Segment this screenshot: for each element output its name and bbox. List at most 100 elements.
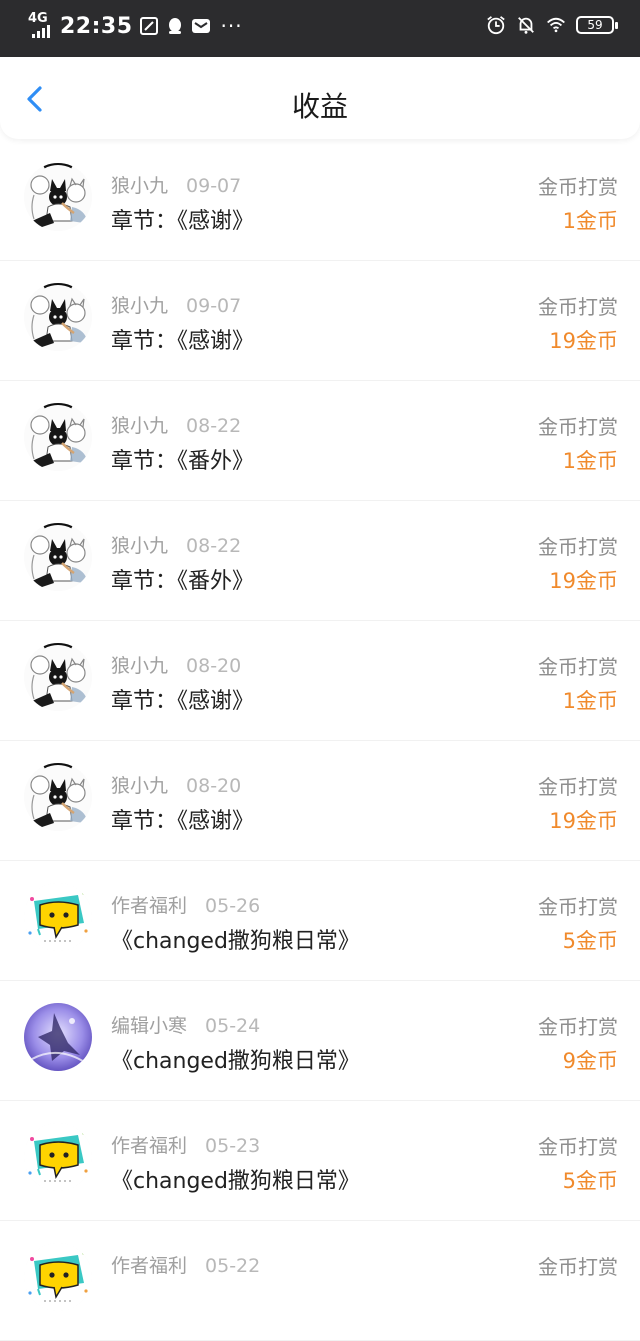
signal-icon: 4G	[28, 11, 54, 39]
manga-avatar-icon	[24, 763, 92, 831]
reward-type: 金币打赏	[538, 175, 618, 199]
reward-amount: 5金币	[562, 1169, 618, 1193]
chapter-title: 章节：《番外》	[111, 449, 255, 474]
entry-meta: 狼小九 09-07	[111, 291, 241, 318]
reward-amount: 5金币	[562, 929, 618, 953]
reward-type: 金币打赏	[538, 535, 618, 559]
entry-date: 05-26	[205, 895, 261, 917]
page-header: 收益	[0, 57, 640, 139]
avatar	[24, 283, 92, 351]
avatar	[24, 163, 92, 231]
sender-name: 编辑小寒	[111, 1015, 188, 1037]
battery-level: 59	[587, 18, 603, 32]
entry-meta: 狼小九 08-20	[111, 771, 241, 798]
entry-date: 08-22	[186, 415, 242, 437]
chapter-title: 《changed撒狗粮日常》	[111, 1049, 360, 1074]
chapter-title: 章节：《感谢》	[111, 689, 255, 714]
entry-meta: 狼小九 08-20	[111, 651, 241, 678]
mail-icon	[191, 19, 210, 33]
list-item-1[interactable]: 狼小九 09-07 章节：《感谢》 金币打赏 1金币	[0, 141, 640, 261]
list-item-2[interactable]: 狼小九 09-07 章节：《感谢》 金币打赏 19金币	[0, 261, 640, 381]
page-title: 收益	[291, 90, 348, 123]
sender-name: 狼小九	[111, 415, 169, 437]
entry-date: 09-07	[186, 295, 242, 317]
earnings-list: 狼小九 09-07 章节：《感谢》 金币打赏 1金币 狼小九 09-07 章节：《感…	[0, 141, 640, 1341]
chapter-title: 章节：《感谢》	[111, 209, 255, 234]
list-item-8[interactable]: 编辑小寒 05-24 《changed撒狗粮日常》 金币打赏 9金币	[0, 981, 640, 1101]
network-type: 4G	[28, 11, 48, 26]
reward-type: 金币打赏	[538, 895, 618, 919]
purple-art-avatar-icon	[24, 1003, 92, 1071]
reward-amount: 1金币	[562, 689, 618, 713]
manga-avatar-icon	[24, 523, 92, 591]
reward-amount: 1金币	[562, 209, 618, 233]
avatar	[24, 1003, 92, 1071]
chapter-title: 章节：《感谢》	[111, 329, 255, 354]
wifi-icon	[547, 17, 565, 33]
sender-name: 狼小九	[111, 295, 169, 317]
sender-name: 作者福利	[111, 1135, 188, 1157]
reward-amount: 1金币	[562, 449, 618, 473]
chapter-title: 《changed撒狗粮日常》	[111, 929, 360, 954]
list-item-10[interactable]: 作者福利 05-22 金币打赏	[0, 1221, 640, 1341]
manga-avatar-icon	[24, 283, 92, 351]
list-item-6[interactable]: 狼小九 08-20 章节：《感谢》 金币打赏 19金币	[0, 741, 640, 861]
entry-meta: 狼小九 09-07	[111, 171, 241, 198]
entry-meta: 狼小九 08-22	[111, 531, 241, 558]
mute-icon	[518, 17, 534, 34]
avatar	[24, 523, 92, 591]
entry-date: 08-20	[186, 655, 242, 677]
chat-bubble-avatar-icon	[24, 883, 92, 951]
alarm-icon	[487, 16, 505, 35]
entry-meta: 编辑小寒 05-24	[111, 1011, 260, 1038]
entry-date: 05-23	[205, 1135, 261, 1157]
reward-amount: 9金币	[562, 1049, 618, 1073]
status-bar: 4G 22:35 ··· 59	[0, 0, 640, 57]
reward-type: 金币打赏	[538, 775, 618, 799]
reward-amount: 19金币	[549, 809, 618, 833]
list-item-4[interactable]: 狼小九 08-22 章节：《番外》 金币打赏 19金币	[0, 501, 640, 621]
entry-meta: 作者福利 05-26	[111, 891, 260, 918]
avatar	[24, 403, 92, 471]
reward-type: 金币打赏	[538, 1255, 618, 1279]
reward-amount: 19金币	[549, 569, 618, 593]
chapter-title: 章节：《番外》	[111, 569, 255, 594]
sender-name: 作者福利	[111, 895, 188, 917]
reward-type: 金币打赏	[538, 1135, 618, 1159]
entry-date: 05-22	[205, 1255, 261, 1277]
entry-date: 08-20	[186, 775, 242, 797]
reward-type: 金币打赏	[538, 295, 618, 319]
sender-name: 狼小九	[111, 175, 169, 197]
entry-date: 08-22	[186, 535, 242, 557]
qq-icon	[168, 18, 181, 34]
chat-bubble-avatar-icon	[24, 1243, 92, 1311]
screenshot-icon	[139, 17, 158, 35]
sender-name: 作者福利	[111, 1255, 188, 1277]
chapter-title: 章节：《感谢》	[111, 809, 255, 834]
battery-icon: 59	[576, 16, 618, 34]
reward-type: 金币打赏	[538, 655, 618, 679]
sender-name: 狼小九	[111, 655, 169, 677]
reward-type: 金币打赏	[538, 1015, 618, 1039]
avatar	[24, 1243, 92, 1311]
list-item-3[interactable]: 狼小九 08-22 章节：《番外》 金币打赏 1金币	[0, 381, 640, 501]
entry-meta: 作者福利 05-23	[111, 1131, 260, 1158]
manga-avatar-icon	[24, 643, 92, 711]
more-dots-icon: ···	[220, 14, 243, 38]
avatar	[24, 643, 92, 711]
manga-avatar-icon	[24, 163, 92, 231]
sender-name: 狼小九	[111, 775, 169, 797]
entry-meta: 作者福利 05-22	[111, 1251, 260, 1278]
reward-type: 金币打赏	[538, 415, 618, 439]
entry-meta: 狼小九 08-22	[111, 411, 241, 438]
status-time: 22:35	[60, 13, 133, 39]
chapter-title: 《changed撒狗粮日常》	[111, 1169, 360, 1194]
reward-amount: 19金币	[549, 329, 618, 353]
avatar	[24, 763, 92, 831]
list-item-9[interactable]: 作者福利 05-23 《changed撒狗粮日常》 金币打赏 5金币	[0, 1101, 640, 1221]
list-item-5[interactable]: 狼小九 08-20 章节：《感谢》 金币打赏 1金币	[0, 621, 640, 741]
chat-bubble-avatar-icon	[24, 1123, 92, 1191]
avatar	[24, 1123, 92, 1191]
list-item-7[interactable]: 作者福利 05-26 《changed撒狗粮日常》 金币打赏 5金币	[0, 861, 640, 981]
entry-date: 09-07	[186, 175, 242, 197]
